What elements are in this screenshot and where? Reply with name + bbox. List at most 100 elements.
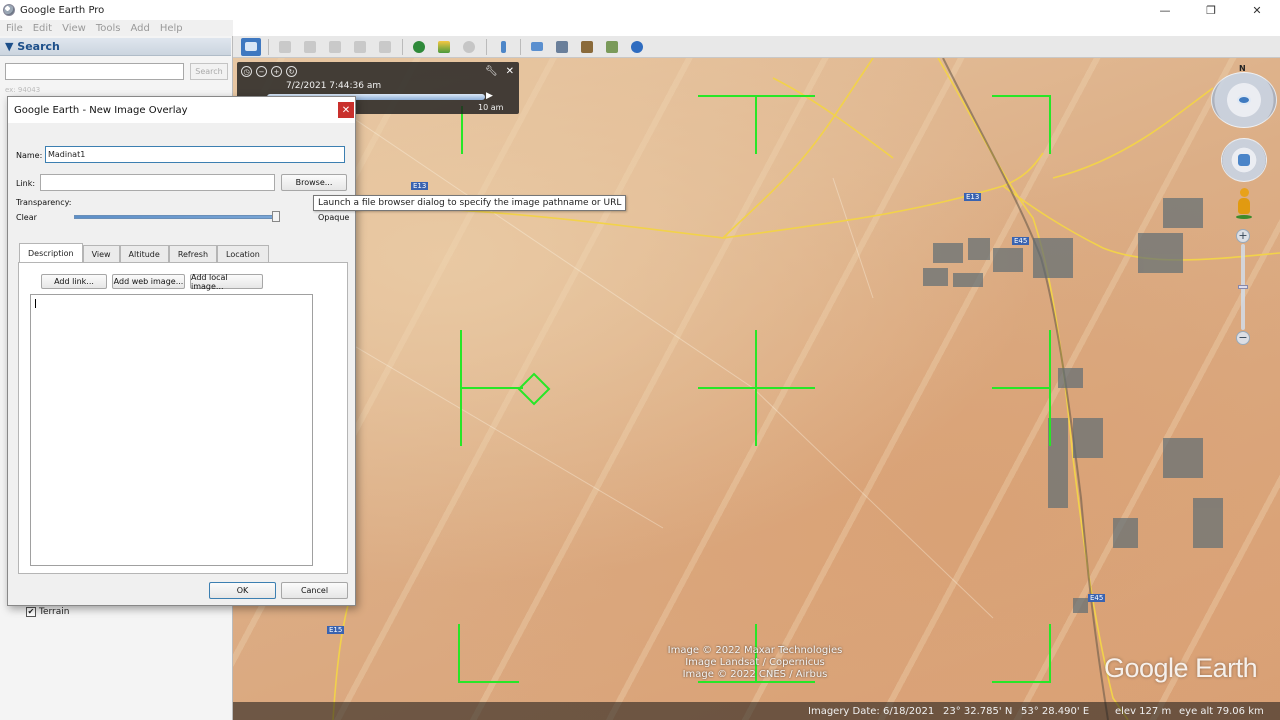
maximize-button[interactable]: ❐ — [1188, 0, 1234, 20]
add-local-image-button[interactable]: Add local image... — [190, 273, 263, 291]
time-slider-datetime: 7/2/2021 7:44:36 am — [286, 81, 382, 91]
move-joystick[interactable] — [1221, 138, 1267, 182]
tab-altitude[interactable]: Altitude — [119, 245, 169, 262]
clock-icon[interactable]: ◷ — [241, 66, 252, 77]
print-button[interactable] — [552, 38, 572, 56]
description-textarea[interactable] — [30, 294, 313, 566]
sidebar-icon — [245, 42, 257, 51]
ok-button[interactable]: OK — [209, 582, 276, 599]
menu-edit[interactable]: Edit — [33, 23, 52, 34]
add-image-overlay-button[interactable] — [350, 38, 370, 56]
zoom-out-button[interactable]: − — [1236, 331, 1250, 345]
eye-altitude-readout: eye alt 79.06 km — [1179, 705, 1264, 717]
imagery-attribution: Image © 2022 Maxar Technologies Image La… — [640, 645, 870, 681]
search-panel-header[interactable]: ▼ Search — [0, 38, 231, 56]
toolbar-separator — [486, 38, 487, 55]
wrench-icon[interactable]: 🔧︎ — [485, 66, 498, 77]
earth-view-button[interactable] — [627, 38, 647, 56]
menu-view[interactable]: View — [62, 23, 86, 34]
menu-file[interactable]: File — [6, 23, 23, 34]
menu-help[interactable]: Help — [160, 23, 183, 34]
toolbar-separator — [402, 38, 403, 55]
sidebar-toggle-button[interactable] — [241, 37, 261, 56]
terrain-checkbox[interactable]: ✔ — [26, 607, 36, 617]
zoom-slider-thumb[interactable] — [1238, 285, 1248, 289]
window-controls: — ❐ ✕ — [1142, 0, 1280, 20]
browse-button[interactable]: Browse... — [281, 174, 347, 191]
opaque-label: Opaque — [318, 213, 350, 222]
road-label-e15: E15 — [327, 626, 345, 634]
record-tour-button[interactable] — [375, 38, 395, 56]
look-joystick[interactable] — [1211, 72, 1277, 128]
imagery-date: Imagery Date: 6/18/2021 — [808, 705, 935, 717]
search-button[interactable]: Search — [190, 63, 228, 80]
close-window-button[interactable]: ✕ — [1234, 0, 1280, 20]
hand-icon — [1238, 154, 1250, 166]
transparency-slider-thumb[interactable] — [272, 211, 280, 222]
menu-tools[interactable]: Tools — [96, 23, 121, 34]
time-slider-end-label: 10 am — [478, 103, 504, 112]
play-icon[interactable]: ▶︎ — [486, 91, 496, 103]
eye-icon — [1237, 95, 1251, 105]
tab-description[interactable]: Description — [19, 243, 83, 262]
menu-add[interactable]: Add — [130, 23, 149, 34]
search-input[interactable] — [5, 63, 184, 80]
toolbar — [233, 36, 1280, 58]
zoom-in-time-icon[interactable]: + — [271, 66, 282, 77]
menu-bar: File Edit View Tools Add Help — [0, 20, 233, 36]
text-caret — [35, 299, 36, 308]
tab-location[interactable]: Location — [217, 245, 269, 262]
email-icon — [531, 42, 543, 51]
polygon-icon — [304, 40, 316, 53]
street-view-pegman-icon[interactable] — [1236, 188, 1252, 220]
email-button[interactable] — [527, 38, 547, 56]
path-icon — [329, 40, 341, 53]
add-polygon-button[interactable] — [300, 38, 320, 56]
title-bar: Google Earth Pro — ❐ ✕ — [0, 0, 1280, 20]
terrain-label: Terrain — [39, 607, 70, 617]
road-label-e45: E45 — [1088, 594, 1106, 602]
switch-to-sky-button[interactable] — [459, 38, 479, 56]
attribution-line: Image © 2022 CNES / Airbus — [682, 669, 828, 680]
view-in-maps-button[interactable] — [602, 38, 622, 56]
attribution-line: Image Landsat / Copernicus — [685, 657, 825, 668]
historical-imagery-button[interactable] — [409, 38, 429, 56]
cancel-button[interactable]: Cancel — [281, 582, 348, 599]
name-field[interactable]: Madinat1 — [45, 146, 345, 163]
road-label-e45: E45 — [1012, 237, 1030, 245]
zoom-in-button[interactable]: + — [1236, 229, 1250, 243]
print-icon — [556, 40, 568, 53]
town-blocks — [923, 198, 1223, 613]
tab-view[interactable]: View — [82, 245, 120, 262]
layer-terrain[interactable]: ✔ Terrain — [26, 607, 69, 617]
add-placemark-button[interactable] — [275, 38, 295, 56]
add-link-button[interactable]: Add link... — [41, 274, 107, 289]
google-earth-watermark: Google Earth — [1104, 653, 1258, 683]
add-web-image-button[interactable]: Add web image... — [112, 274, 185, 289]
search-hint: ex: 94043 — [5, 86, 41, 94]
dialog-close-button[interactable]: ✕ — [338, 102, 354, 118]
ruler-button[interactable] — [493, 38, 513, 56]
refresh-icon[interactable]: ↻ — [286, 66, 297, 77]
minimize-button[interactable]: — — [1142, 0, 1188, 20]
save-image-button[interactable] — [577, 38, 597, 56]
dialog-title: Google Earth - New Image Overlay — [14, 104, 188, 116]
add-path-button[interactable] — [325, 38, 345, 56]
zoom-out-time-icon[interactable]: − — [256, 66, 267, 77]
link-field[interactable] — [40, 174, 275, 191]
browse-tooltip: Launch a file browser dialog to specify … — [313, 195, 627, 211]
link-label: Link: — [16, 179, 36, 188]
attribution-line: Image © 2022 Maxar Technologies — [667, 645, 843, 656]
dialog-title-bar: Google Earth - New Image Overlay ✕ — [8, 97, 355, 123]
time-slider-tools: 🔧︎ ✕ — [485, 66, 514, 77]
sunlight-button[interactable] — [434, 38, 454, 56]
time-slider-close-icon[interactable]: ✕ — [506, 66, 514, 77]
tab-refresh[interactable]: Refresh — [168, 245, 218, 262]
new-image-overlay-dialog: Google Earth - New Image Overlay ✕ Name:… — [7, 96, 356, 606]
transparency-slider-track[interactable] — [74, 215, 280, 219]
name-label: Name: — [16, 151, 43, 160]
overlay-frame-marks — [458, 95, 1051, 683]
map-view[interactable]: E13 E13 E45 E45 E15 — [233, 58, 1280, 720]
tour-icon — [379, 40, 391, 53]
dialog-tabs: Description View Altitude Refresh Locati… — [19, 243, 269, 262]
